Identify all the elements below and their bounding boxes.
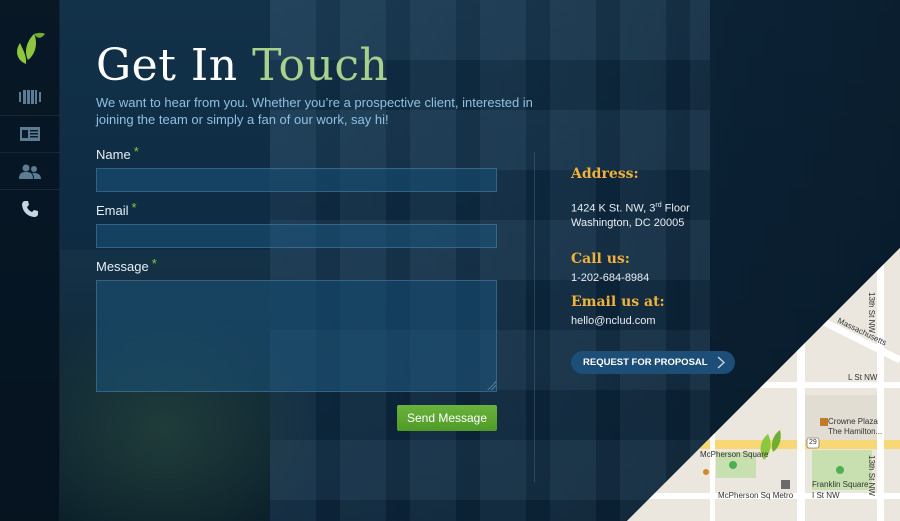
map-label-crowne-plaza: Crowne Plaza [828,417,878,426]
sidebar-item-contact[interactable] [0,190,60,227]
address-floor: Floor [661,202,690,215]
sidebar-item-about[interactable] [0,116,60,153]
call-heading: Call us: [571,251,630,267]
intro-text: We want to hear from you. Whether you’re… [96,95,533,127]
map-label-hamilton: The Hamilton... [828,427,883,436]
sidebar-item-team[interactable] [0,153,60,190]
required-mark: * [131,200,137,215]
name-label-text: Name [96,147,131,162]
message-label: Message * [96,256,157,274]
email-label: Email * [96,200,137,218]
textarea-resize-handle[interactable] [487,381,496,390]
message-label-text: Message [96,259,149,274]
logo-leaf-icon[interactable] [14,30,46,64]
address-line1: 1424 K St. NW, 3 [571,202,656,215]
map-label-franklin-square: Franklin Square [812,480,869,489]
column-divider [534,152,535,482]
team-icon [19,164,41,179]
email-label-text: Email [96,203,129,218]
email-heading: Email us at: [571,294,665,310]
request-proposal-button[interactable]: REQUEST FOR PROPOSAL [571,351,735,374]
address-line2: Washington, DC 20005 [571,216,685,229]
map-route-shield: 29 [809,439,817,446]
work-icon [19,90,41,104]
phone-icon [22,200,38,217]
email-address-link[interactable]: hello@nclud.com [571,314,656,328]
map-label-mcpherson-square: McPherson Square [700,450,769,459]
request-proposal-label: REQUEST FOR PROPOSAL [583,357,708,368]
map-label-i-st: I St NW [812,491,840,500]
name-field[interactable] [96,168,497,192]
name-label: Name * [96,144,139,162]
map-label-l-st: L St NW [848,373,878,382]
phone-number[interactable]: 1-202-684-8984 [571,271,649,285]
sidebar-item-work[interactable] [0,79,60,116]
map-label-13th-bottom: 13th St NW [867,455,876,496]
email-field[interactable] [96,224,497,248]
sidebar [0,0,60,521]
title-part-1: Get In [96,40,238,91]
message-field[interactable] [96,280,497,392]
address-heading: Address: [571,166,639,182]
title-part-2: Touch [252,40,389,91]
page-title: Get In Touch [96,40,388,91]
required-mark: * [133,144,139,159]
send-message-button[interactable]: Send Message [397,405,497,431]
chevron-right-icon [717,356,726,372]
about-card-icon [20,127,40,141]
address-text: 1424 K St. NW, 3rd Floor Washington, DC … [571,199,690,230]
map-label-metro: McPherson Sq Metro [718,491,794,500]
required-mark: * [151,256,157,271]
map-label-13th-top: 13th St NW [867,292,876,333]
